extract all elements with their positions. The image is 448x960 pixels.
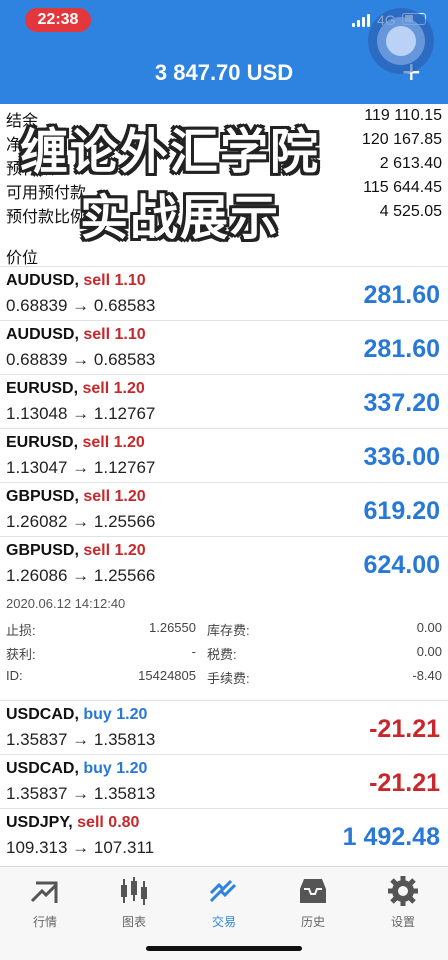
account-summary: 结余 119 110.15 净值 120 167.85 预付款: 2 613.4… — [0, 104, 448, 226]
position-profit: -21.21 — [369, 715, 440, 743]
position-row[interactable]: AUDUSD, sell 1.10 0.68839 → 0.68583 281.… — [0, 266, 448, 320]
detail-row: ID: 15424805 手续费: -8.40 — [0, 668, 448, 690]
tab-label: 图表 — [121, 915, 146, 929]
position-profit: 1 492.48 — [342, 823, 440, 851]
history-icon — [300, 879, 326, 903]
position-row[interactable]: USDCAD, buy 1.20 1.35837 → 1.35813 -21.2… — [0, 700, 448, 754]
position-symbol: USDJPY, — [6, 814, 73, 831]
position-side: buy 1.20 — [83, 760, 148, 777]
detail-key: 税费: — [207, 647, 237, 662]
summary-row-equity: 净值 120 167.85 — [0, 128, 448, 154]
status-time: 22:38 — [25, 8, 91, 32]
position-symbol: AUDUSD, — [6, 272, 79, 289]
position-profit: -21.21 — [369, 769, 440, 797]
position-symbol: AUDUSD, — [6, 326, 79, 343]
detail-key: ID: — [6, 668, 23, 683]
position-prices: 1.26082 → 1.25566 — [6, 512, 156, 531]
position-side: sell 1.20 — [82, 380, 145, 397]
position-prices: 0.68839 → 0.68583 — [6, 350, 156, 369]
detail-value: 15424805 — [138, 668, 196, 683]
position-detail: 2020.06.12 14:12:40 止损: 1.26550 库存费: 0.0… — [0, 590, 448, 700]
position-row[interactable]: AUDUSD, sell 1.10 0.68839 → 0.68583 281.… — [0, 320, 448, 374]
position-profit: 624.00 — [363, 551, 440, 579]
summary-row-balance: 结余 119 110.15 — [0, 104, 448, 130]
position-profit: 281.60 — [363, 281, 440, 309]
summary-label: 预付款比例 — [6, 209, 87, 226]
position-prices: 1.13048 → 1.12767 — [6, 404, 156, 423]
summary-value: 120 167.85 — [361, 131, 442, 148]
position-symbol: EURUSD, — [6, 380, 79, 397]
summary-row-margin: 预付款: 2 613.40 — [0, 152, 448, 178]
trade-icon — [209, 879, 237, 903]
position-row[interactable]: USDJPY, sell 0.80 109.313 → 107.311 1 49… — [0, 808, 448, 862]
detail-key: 手续费: — [207, 671, 250, 686]
position-prices: 1.13047 → 1.12767 — [6, 458, 156, 477]
detail-value: -8.40 — [412, 668, 442, 683]
position-row[interactable]: EURUSD, sell 1.20 1.13047 → 1.12767 336.… — [0, 428, 448, 482]
position-row[interactable]: EURUSD, sell 1.20 1.13048 → 1.12767 337.… — [0, 374, 448, 428]
position-profit: 619.20 — [363, 497, 440, 525]
summary-value: 115 644.45 — [363, 179, 442, 196]
position-symbol: GBPUSD, — [6, 488, 79, 505]
position-profit: 281.60 — [363, 335, 440, 363]
position-side: sell 1.10 — [83, 326, 146, 343]
positions-list: AUDUSD, sell 1.10 0.68839 → 0.68583 281.… — [0, 266, 448, 862]
position-profit: 336.00 — [363, 443, 440, 471]
position-open-time: 2020.06.12 14:12:40 — [6, 596, 126, 611]
summary-value: 2 613.40 — [379, 155, 442, 172]
position-profit: 337.20 — [363, 389, 440, 417]
detail-row: 获利: - 税费: 0.00 — [0, 644, 448, 666]
position-side: sell 1.20 — [82, 434, 145, 451]
detail-row: 止损: 1.26550 库存费: 0.00 — [0, 620, 448, 642]
tab-settings[interactable]: 设置 — [363, 875, 443, 935]
summary-row-margin-level: 预付款比例 4 525.05 — [0, 200, 448, 226]
position-row[interactable]: GBPUSD, sell 1.20 1.26082 → 1.25566 619.… — [0, 482, 448, 536]
summary-value: 4 525.05 — [379, 203, 442, 220]
settings-icon — [388, 876, 418, 906]
position-side: buy 1.20 — [83, 706, 148, 723]
detail-key: 获利: — [6, 647, 36, 662]
detail-key: 库存费: — [207, 623, 250, 638]
tab-label: 交易 — [211, 915, 236, 929]
position-prices: 1.35837 → 1.35813 — [6, 730, 156, 749]
position-row[interactable]: USDCAD, buy 1.20 1.35837 → 1.35813 -21.2… — [0, 754, 448, 808]
assistive-touch-icon[interactable] — [368, 8, 434, 74]
detail-value: 0.00 — [416, 620, 442, 635]
detail-value: 0.00 — [416, 644, 442, 659]
home-indicator[interactable] — [146, 946, 302, 951]
position-prices: 1.35837 → 1.35813 — [6, 784, 156, 803]
detail-key: 止损: — [6, 623, 36, 638]
position-row-expanded[interactable]: GBPUSD, sell 1.20 1.26086 → 1.25566 624.… — [0, 536, 448, 590]
tab-label: 历史 — [300, 915, 325, 929]
position-prices: 109.313 → 107.311 — [6, 838, 155, 857]
detail-value: - — [191, 644, 196, 659]
tab-quotes[interactable]: 行情 — [5, 875, 85, 935]
position-side: sell 0.80 — [77, 814, 140, 831]
tab-label: 设置 — [390, 915, 415, 929]
position-symbol: EURUSD, — [6, 434, 79, 451]
position-symbol: USDCAD, — [6, 760, 79, 777]
quotes-icon — [30, 881, 58, 903]
tab-history[interactable]: 历史 — [273, 875, 353, 935]
position-side: sell 1.20 — [83, 542, 146, 559]
position-side: sell 1.20 — [83, 488, 146, 505]
tab-chart[interactable]: 图表 — [94, 875, 174, 935]
position-symbol: GBPUSD, — [6, 542, 79, 559]
chart-icon — [121, 877, 147, 905]
section-title: 价位 — [6, 250, 39, 267]
tab-label: 行情 — [32, 915, 57, 929]
position-prices: 0.68839 → 0.68583 — [6, 296, 156, 315]
app-header: 22:38 4G 3 847.70 USD + — [0, 0, 448, 104]
tab-trade[interactable]: 交易 — [184, 875, 264, 935]
position-symbol: USDCAD, — [6, 706, 79, 723]
position-prices: 1.26086 → 1.25566 — [6, 566, 156, 585]
detail-value: 1.26550 — [149, 620, 196, 635]
summary-value: 119 110.15 — [364, 107, 442, 124]
summary-row-free-margin: 可用预付款 115 644.45 — [0, 176, 448, 202]
position-side: sell 1.10 — [83, 272, 146, 289]
